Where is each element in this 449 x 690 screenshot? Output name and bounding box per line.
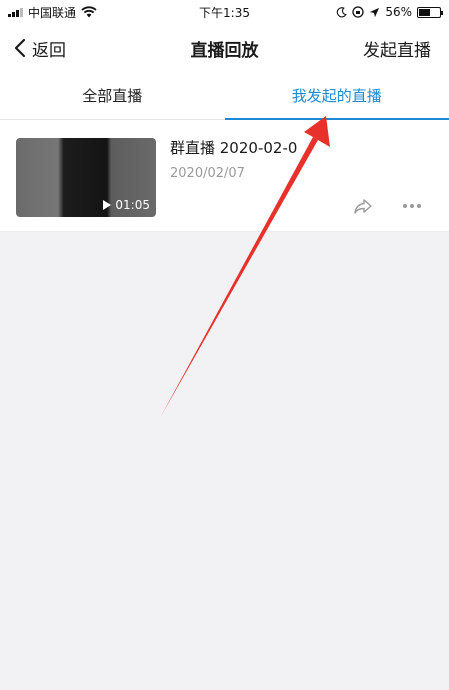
item-actions bbox=[353, 198, 421, 214]
location-icon bbox=[370, 7, 380, 17]
status-right: 56% bbox=[336, 5, 443, 19]
status-left: 中国联通 bbox=[8, 4, 97, 21]
status-bar: 中国联通 下午1:35 56% bbox=[0, 0, 449, 24]
more-icon[interactable] bbox=[403, 204, 421, 208]
share-icon[interactable] bbox=[353, 198, 373, 214]
replay-list: 01:05 群直播 2020-02-0 2020/02/07 bbox=[0, 120, 449, 232]
tab-my-live[interactable]: 我发起的直播 bbox=[224, 72, 449, 120]
start-live-button[interactable]: 发起直播 bbox=[363, 36, 431, 61]
rotation-lock-icon bbox=[352, 6, 364, 18]
duration-badge: 01:05 bbox=[103, 198, 150, 212]
item-date: 2020/02/07 bbox=[170, 166, 245, 181]
header-area: 中国联通 下午1:35 56% 返回 直播回放 发起直播 全部直播 我发起的直播 bbox=[0, 0, 449, 120]
wifi-icon bbox=[81, 6, 97, 18]
list-item[interactable]: 01:05 群直播 2020-02-0 2020/02/07 bbox=[0, 120, 449, 232]
play-icon bbox=[103, 200, 112, 210]
carrier-label: 中国联通 bbox=[28, 5, 77, 20]
page-title: 直播回放 bbox=[190, 40, 259, 61]
signal-icon bbox=[8, 7, 23, 17]
battery-icon bbox=[417, 6, 443, 18]
back-label: 返回 bbox=[32, 40, 66, 61]
item-title: 群直播 2020-02-0 bbox=[170, 139, 298, 157]
back-button[interactable]: 返回 bbox=[14, 36, 66, 61]
navigation-bar: 返回 直播回放 发起直播 bbox=[0, 24, 449, 72]
video-thumbnail[interactable]: 01:05 bbox=[16, 138, 156, 217]
tab-bar: 全部直播 我发起的直播 bbox=[0, 72, 449, 120]
chevron-left-icon bbox=[14, 38, 26, 58]
item-info: 群直播 2020-02-0 2020/02/07 bbox=[170, 138, 433, 231]
tab-all-live[interactable]: 全部直播 bbox=[0, 72, 225, 119]
duration-label: 01:05 bbox=[115, 198, 150, 212]
status-time: 下午1:35 bbox=[199, 5, 250, 20]
moon-icon bbox=[337, 6, 348, 17]
battery-percent: 56% bbox=[385, 5, 412, 19]
